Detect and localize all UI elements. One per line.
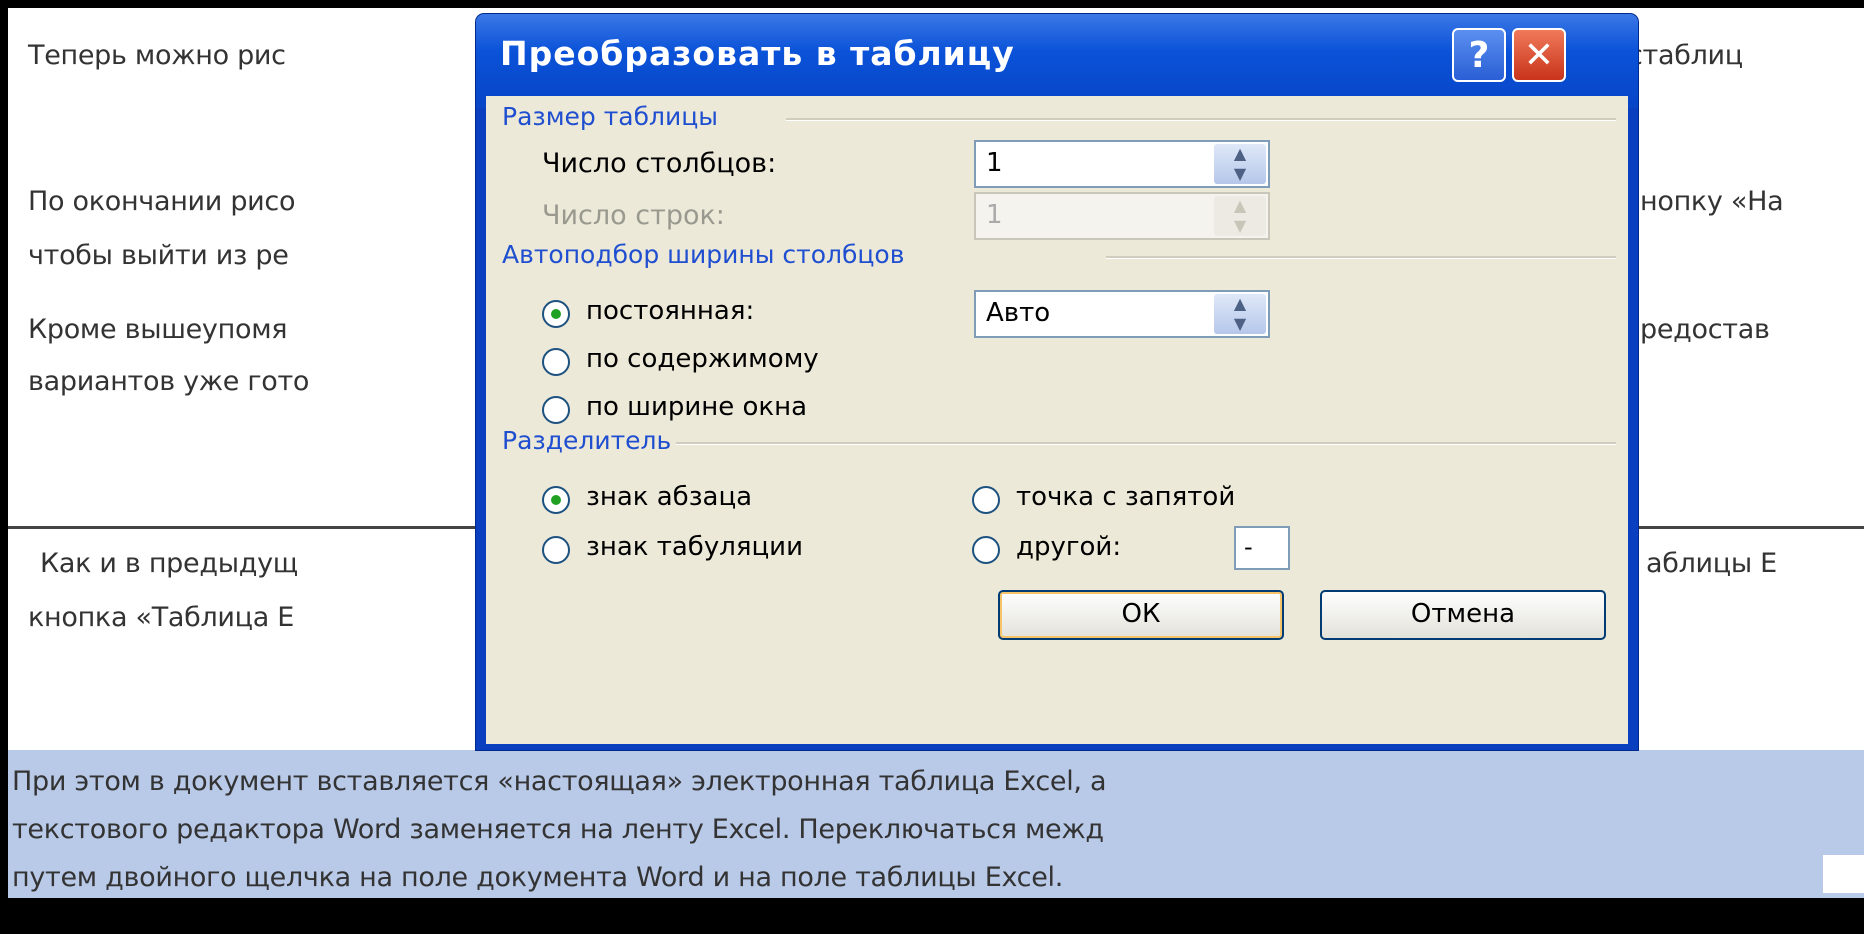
doc-line: редостав bbox=[1640, 314, 1770, 345]
close-button[interactable]: ✕ bbox=[1512, 28, 1566, 82]
group-label-separator: Разделитель bbox=[502, 426, 672, 455]
autofit-content-label[interactable]: по содержимому bbox=[586, 344, 819, 374]
spin-arrows-icon[interactable]: ▲ ▼ bbox=[1214, 144, 1266, 184]
fixed-width-spinner[interactable]: Авто ▲ ▼ bbox=[974, 290, 1270, 338]
frame-top bbox=[0, 0, 1864, 8]
doc-line: путем двойного щелчка на поле документа … bbox=[12, 862, 1064, 893]
columns-label: Число столбцов: bbox=[542, 148, 777, 179]
rows-value: 1 bbox=[986, 200, 1003, 230]
radio-fixed-width[interactable] bbox=[542, 300, 570, 328]
columns-spinner[interactable]: 1 ▲ ▼ bbox=[974, 140, 1270, 188]
ok-button[interactable]: ОК bbox=[998, 590, 1284, 640]
fixed-width-value: Авто bbox=[986, 298, 1051, 328]
group-divider bbox=[786, 118, 1616, 121]
doc-line: нопку «На bbox=[1640, 186, 1784, 217]
radio-separator-tab[interactable] bbox=[542, 536, 570, 564]
group-divider bbox=[676, 442, 1616, 445]
rows-spinner: 1 ▲ ▼ bbox=[974, 192, 1270, 240]
group-divider bbox=[1106, 256, 1616, 259]
help-button[interactable]: ? bbox=[1452, 28, 1506, 82]
radio-autofit-window[interactable] bbox=[542, 396, 570, 424]
doc-line: вариантов уже гото bbox=[28, 366, 310, 397]
doc-line: Теперь можно рис bbox=[28, 40, 286, 71]
radio-separator-other[interactable] bbox=[972, 536, 1000, 564]
separator-semicolon-label[interactable]: точка с запятой bbox=[1016, 482, 1235, 512]
doc-line: При этом в документ вставляется «настоящ… bbox=[12, 766, 1107, 797]
doc-line: аблицы E bbox=[1646, 548, 1777, 579]
radio-separator-paragraph[interactable] bbox=[542, 486, 570, 514]
rows-label: Число строк: bbox=[542, 200, 725, 231]
doc-line: Кроме вышеупомя bbox=[28, 314, 288, 345]
spin-arrows-icon[interactable]: ▲ ▼ bbox=[1214, 294, 1266, 334]
radio-autofit-content[interactable] bbox=[542, 348, 570, 376]
doc-line: чтобы выйти из ре bbox=[28, 240, 289, 271]
doc-line: текстового редактора Word заменяется на … bbox=[12, 814, 1104, 845]
convert-to-table-dialog: Преобразовать в таблицу ? ✕ Размер табли… bbox=[476, 14, 1638, 750]
dialog-body: Размер таблицы Число столбцов: 1 ▲ ▼ Числ… bbox=[486, 96, 1628, 744]
group-label-autofit: Автоподбор ширины столбцов bbox=[502, 240, 905, 269]
group-label-table-size: Размер таблицы bbox=[502, 102, 719, 131]
separator-tab-label[interactable]: знак табуляции bbox=[586, 532, 803, 562]
doc-line: Как и в предыдущ bbox=[40, 548, 298, 579]
cancel-button[interactable]: Отмена bbox=[1320, 590, 1606, 640]
cursor-box bbox=[1823, 855, 1864, 893]
separator-other-label[interactable]: другой: bbox=[1016, 532, 1121, 562]
radio-separator-semicolon[interactable] bbox=[972, 486, 1000, 514]
autofit-window-label[interactable]: по ширине окна bbox=[586, 392, 807, 422]
doc-line: По окончании рисо bbox=[28, 186, 296, 217]
separator-other-input[interactable]: - bbox=[1234, 526, 1290, 570]
dialog-title: Преобразовать в таблицу bbox=[500, 34, 1015, 73]
separator-paragraph-label[interactable]: знак абзаца bbox=[586, 482, 752, 512]
spin-arrows-icon: ▲ ▼ bbox=[1214, 196, 1266, 236]
columns-value: 1 bbox=[986, 148, 1003, 178]
fixed-width-label[interactable]: постоянная: bbox=[586, 296, 754, 326]
doc-line: кнопка «Таблица E bbox=[28, 602, 295, 633]
frame-bottom bbox=[0, 898, 1864, 934]
frame-left bbox=[0, 0, 8, 934]
dialog-titlebar[interactable]: Преобразовать в таблицу ? ✕ bbox=[476, 14, 1638, 108]
